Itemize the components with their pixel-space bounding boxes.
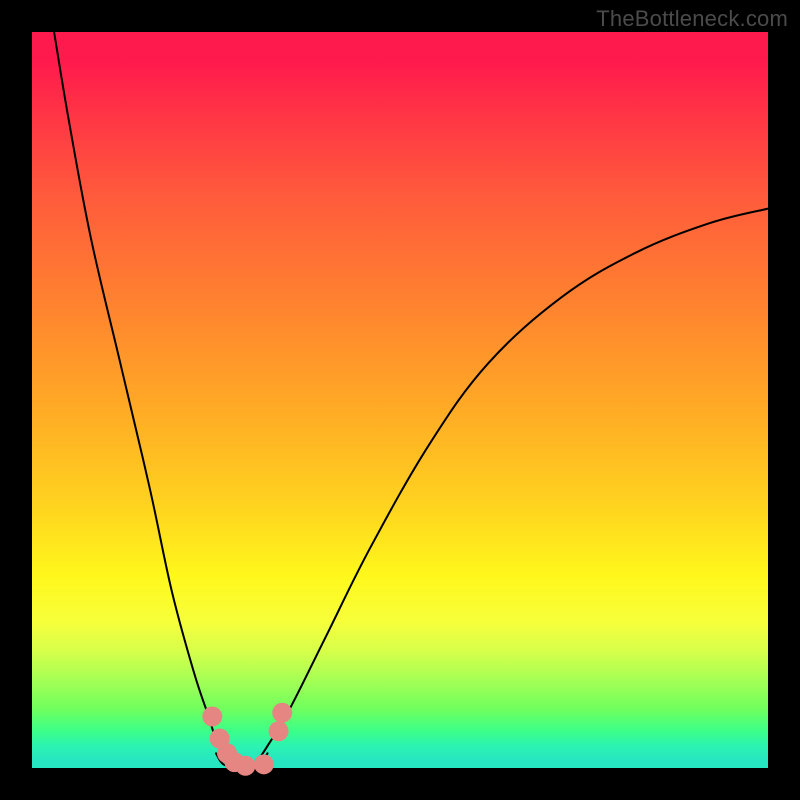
curves-group — [54, 32, 768, 768]
marker-point — [235, 756, 255, 776]
marker-point — [272, 703, 292, 723]
curve-right-curve — [253, 209, 768, 768]
watermark-text: TheBottleneck.com — [596, 6, 788, 32]
markers-group — [202, 703, 292, 776]
marker-point — [269, 721, 289, 741]
plot-area — [32, 32, 768, 768]
chart-frame: TheBottleneck.com — [0, 0, 800, 800]
curve-left-curve — [54, 32, 238, 768]
marker-point — [202, 706, 222, 726]
marker-point — [254, 754, 274, 774]
curve-overlay — [32, 32, 768, 768]
